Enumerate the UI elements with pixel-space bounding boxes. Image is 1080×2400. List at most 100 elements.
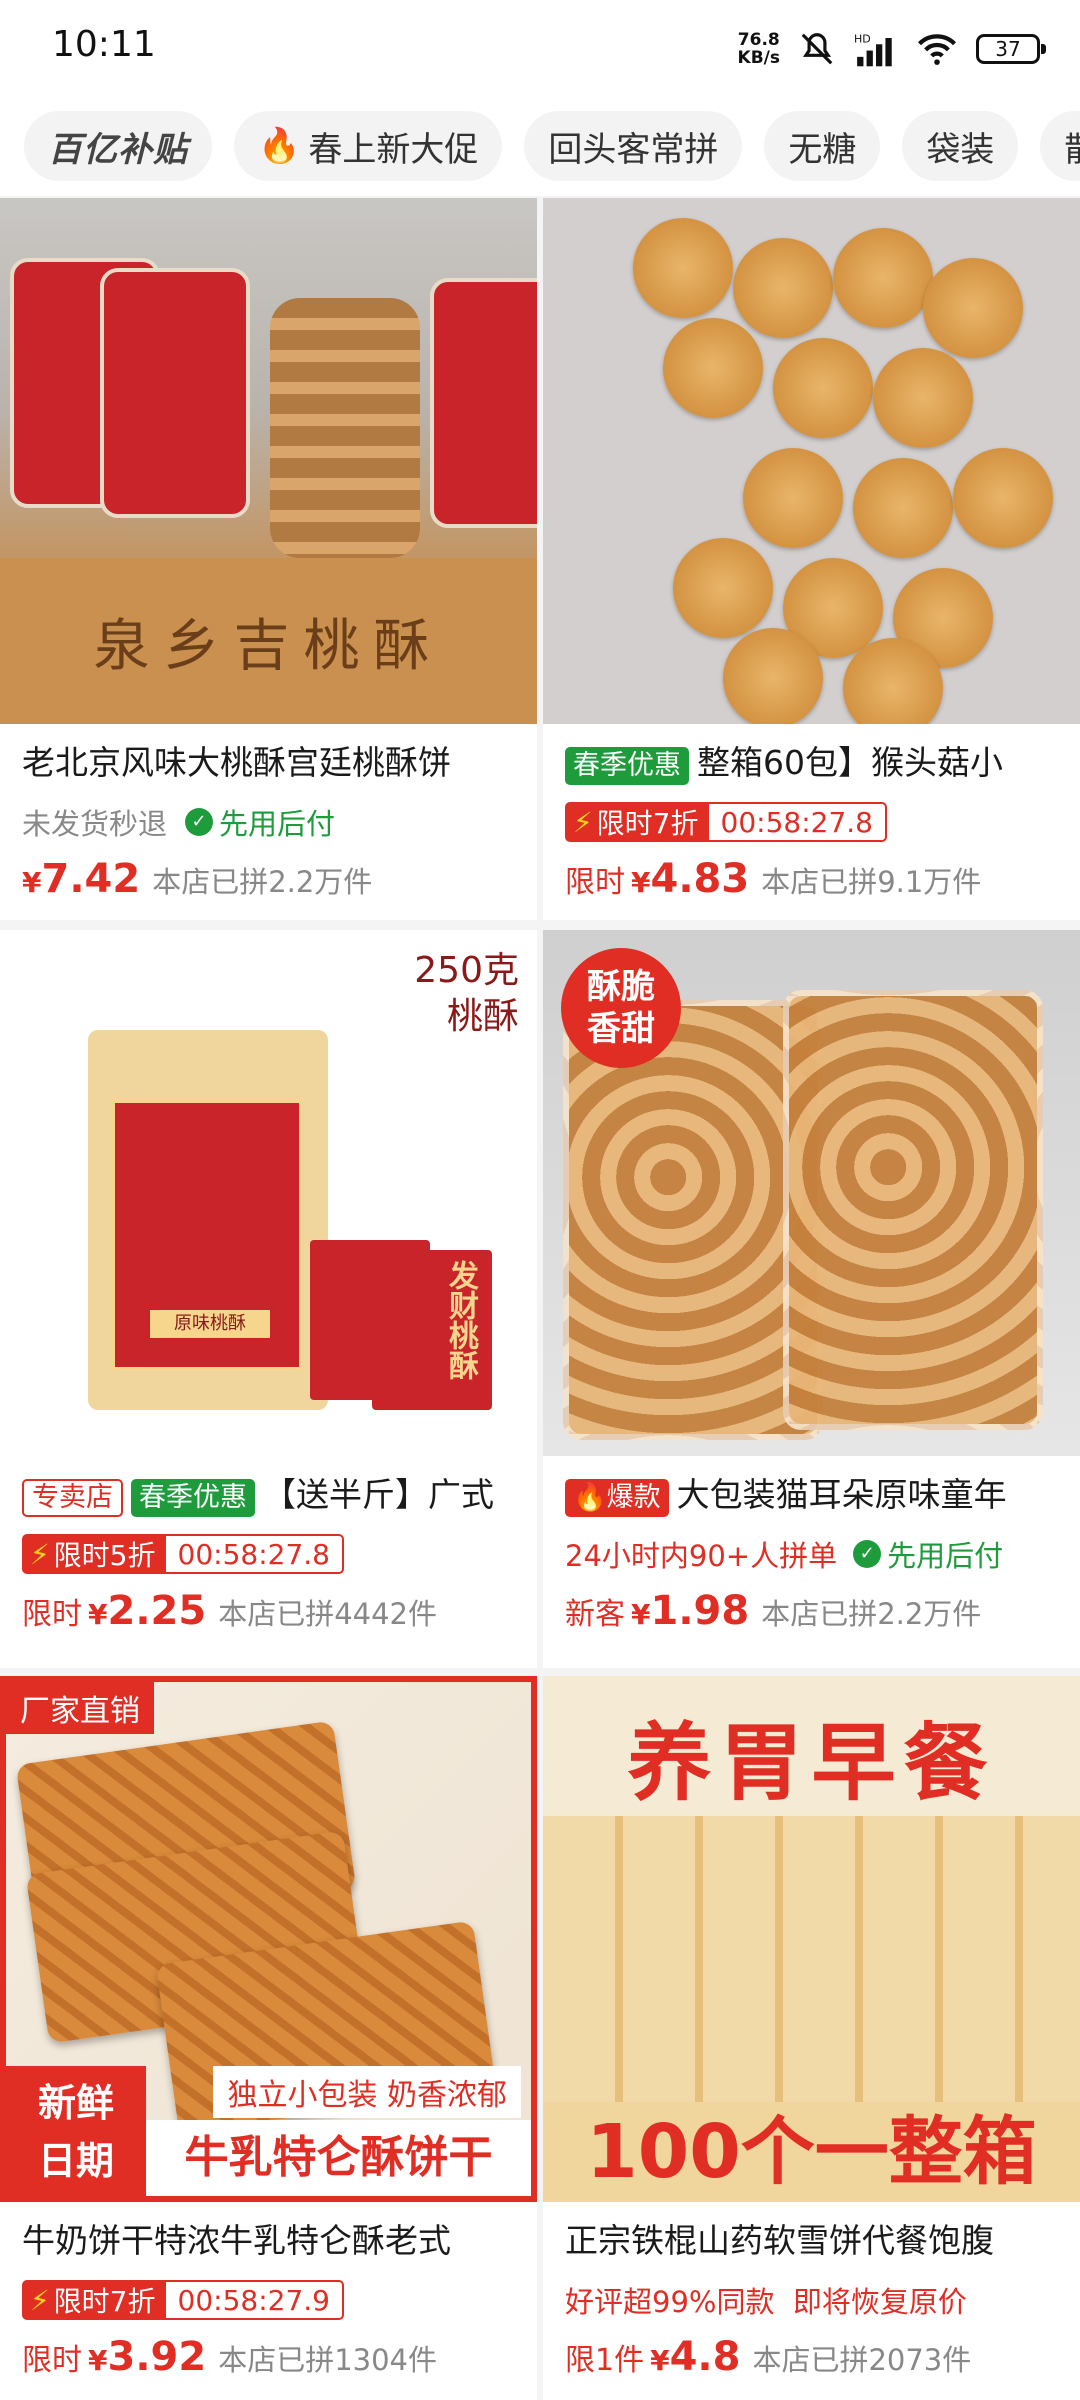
product-title[interactable]: 🔥爆款 大包装猫耳朵原味童年: [565, 1472, 1058, 1518]
product-title[interactable]: 牛奶饼干特浓牛乳特仑酥老式: [22, 2218, 515, 2264]
package-graphic: [100, 268, 250, 518]
flash-sale-tag: ⚡ 限时7折 00:58:27.8: [565, 802, 887, 842]
currency-symbol: ¥: [631, 1598, 651, 1631]
filter-tab-bar: 百亿补贴 🔥 春上新大促 回头客常拼 无糖 袋装 散装: [0, 96, 1080, 196]
price-prefix: 限1件: [565, 2343, 645, 2378]
spring-discount-badge: 春季优惠: [565, 747, 689, 785]
currency-symbol: ¥: [22, 866, 42, 899]
battery-icon: 37: [976, 34, 1046, 64]
sold-count: 本店已拼2.2万件: [761, 1597, 982, 1631]
status-time: 10:11: [52, 24, 156, 65]
shield-check-icon: ✓: [853, 1540, 882, 1568]
sold-count: 本店已拼2.2万件: [152, 865, 373, 899]
image-footer-text: 100个一整箱: [543, 2102, 1080, 2202]
status-icons: 76.8 KB/s HD 37: [737, 26, 1046, 72]
image-fresh-label: 新鲜 日期: [6, 2066, 146, 2196]
cookie-graphic: [633, 218, 733, 318]
product-card[interactable]: 酥脆 香甜 🔥爆款 大包装猫耳朵原味童年 24小时内90+人拼单 ✓ 先用后付 新…: [543, 930, 1080, 1668]
product-image[interactable]: 250克 桃酥 原味桃酥 发财桃酥 发财桃酥: [0, 930, 537, 1456]
tab-billion-subsidy[interactable]: 百亿补贴: [24, 111, 212, 181]
image-tag: 厂家直销: [6, 1682, 154, 1734]
cookie-graphic: [743, 448, 843, 548]
product-image[interactable]: 酥脆 香甜: [543, 930, 1080, 1456]
svg-text:HD: HD: [854, 33, 871, 46]
countdown-timer: 00:58:27.9: [177, 2283, 330, 2317]
product-title[interactable]: 春季优惠 整箱60包】猴头菇小: [565, 740, 1058, 786]
product-price: 2.25: [107, 1588, 207, 1634]
product-price: 3.92: [107, 2334, 207, 2380]
cookie-graphic: [873, 348, 973, 448]
tab-bagged[interactable]: 袋装: [902, 111, 1019, 181]
product-price: 4.83: [650, 856, 750, 902]
currency-symbol: ¥: [88, 1598, 108, 1631]
image-weight-text: 250克 桃酥: [414, 950, 519, 1037]
product-card[interactable]: 春季优惠 整箱60包】猴头菇小 ⚡ 限时7折 00:58:27.8 限时 ¥ 4.8…: [543, 198, 1080, 920]
product-title[interactable]: 正宗铁棍山药软雪饼代餐饱腹: [565, 2218, 1058, 2264]
currency-symbol: ¥: [631, 866, 651, 899]
tab-spring-promo[interactable]: 🔥 春上新大促: [234, 111, 503, 181]
product-card[interactable]: 250克 桃酥 原味桃酥 发财桃酥 发财桃酥 专卖店春季优惠【送半斤】广式 ⚡限…: [0, 930, 537, 1668]
small-pack-graphic: 发财桃酥: [372, 1250, 492, 1410]
lightning-icon: ⚡: [573, 805, 593, 839]
refund-note: 未发货秒退: [22, 807, 168, 841]
product-title[interactable]: 老北京风味大桃酥宫廷桃酥饼: [22, 740, 515, 786]
cookie-graphic: [663, 318, 763, 418]
image-stamp: 酥脆 香甜: [561, 948, 681, 1068]
cookie-graphic: [923, 258, 1023, 358]
currency-symbol: ¥: [88, 2344, 108, 2377]
group-buy-note: 24小时内90+人拼单: [565, 1539, 838, 1573]
sold-count: 本店已拼1304件: [218, 2343, 437, 2377]
tab-repeat-buyers[interactable]: 回头客常拼: [524, 111, 743, 181]
flash-sale-tag: ⚡ 限时7折 00:58:27.9: [22, 2280, 344, 2320]
cookie-graphic: [953, 448, 1053, 548]
price-prefix: 限时: [22, 1597, 82, 1632]
currency-symbol: ¥: [650, 2344, 670, 2377]
image-promo: 独立小包装 奶香浓郁 牛乳特仑酥饼干: [146, 2066, 531, 2196]
signal-icon: HD: [854, 33, 892, 67]
specialty-store-badge: 专卖店: [22, 1479, 123, 1517]
cookie-graphic: [833, 228, 933, 328]
shield-check-icon: ✓: [185, 808, 214, 836]
package-graphic: [430, 278, 537, 528]
sold-count: 本店已拼4442件: [218, 1597, 437, 1631]
status-bar: 10:11 76.8 KB/s HD 37: [0, 0, 1080, 96]
price-prefix: 新客: [565, 1597, 625, 1632]
flash-sale-tag: ⚡ 限时5折 00:58:27.8: [22, 1534, 344, 1574]
product-card[interactable]: 泉乡吉桃酥 老北京风味大桃酥宫廷桃酥饼 未发货秒退 ✓ 先用后付 ¥ 7.42 …: [0, 198, 537, 920]
price-prefix: 限时: [565, 865, 625, 900]
cookie-graphic: [723, 628, 823, 724]
lightning-icon: ⚡: [30, 1537, 50, 1571]
fire-icon: 🔥: [258, 126, 301, 166]
product-image[interactable]: 养胃早餐 100个一整箱: [543, 1676, 1080, 2202]
sold-count: 本店已拼9.1万件: [761, 865, 982, 899]
price-prefix: 限时: [22, 2343, 82, 2378]
product-price: 7.42: [41, 856, 141, 902]
tab-bulk[interactable]: 散装: [1040, 111, 1080, 181]
lightning-icon: ⚡: [30, 2283, 50, 2317]
countdown-timer: 00:58:27.8: [177, 1537, 330, 1571]
mute-icon: [801, 33, 833, 65]
product-title[interactable]: 专卖店 春季优惠 【送半斤】广式: [22, 1472, 515, 1518]
spring-discount-badge: 春季优惠: [131, 1479, 255, 1517]
countdown-timer: 00:58:27.8: [720, 805, 873, 839]
cakes-graphic: [543, 1816, 1080, 2116]
cookie-graphic: [673, 538, 773, 638]
package-label-text: 原味桃酥: [150, 1310, 270, 1338]
bag-graphic: [783, 990, 1043, 1430]
pay-later-label: 先用后付: [887, 1539, 1004, 1573]
network-speed: 76.8 KB/s: [737, 30, 780, 68]
cookie-graphic: [853, 458, 953, 558]
cookie-graphic: [733, 238, 833, 338]
cookie-graphic: [773, 338, 873, 438]
wifi-icon: [918, 34, 956, 65]
tab-sugar-free[interactable]: 无糖: [764, 111, 881, 181]
product-image[interactable]: 厂家直销 新鲜 日期 独立小包装 奶香浓郁 牛乳特仑酥饼干: [0, 1676, 537, 2202]
image-headline: 养胃早餐: [627, 1714, 996, 1812]
pay-later-label: 先用后付: [219, 807, 336, 841]
image-sign-text: 泉乡吉桃酥: [0, 558, 537, 724]
sold-count: 本店已拼2073件: [752, 2343, 972, 2377]
product-card[interactable]: 厂家直销 新鲜 日期 独立小包装 奶香浓郁 牛乳特仑酥饼干 牛奶饼干特浓牛乳特仑…: [0, 1676, 537, 2400]
product-card[interactable]: 养胃早餐 100个一整箱 正宗铁棍山药软雪饼代餐饱腹 好评超99%同款 即将恢复…: [543, 1676, 1080, 2400]
product-image[interactable]: 泉乡吉桃酥: [0, 198, 537, 724]
product-image[interactable]: [543, 198, 1080, 724]
